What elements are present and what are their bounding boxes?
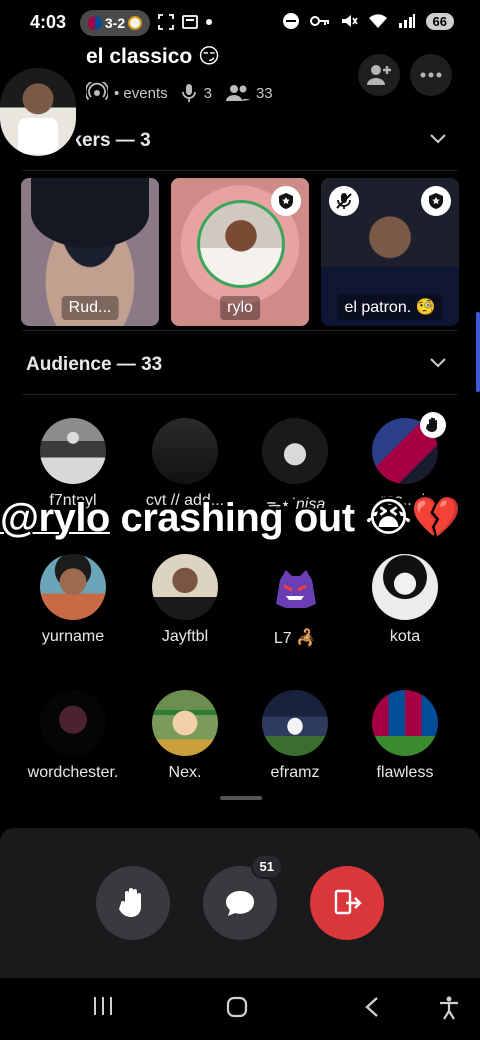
speaker-avatar	[197, 200, 285, 288]
barcelona-crest-icon	[87, 16, 102, 30]
speaker-count: 3	[203, 84, 212, 102]
audience-member[interactable]: kota	[350, 554, 460, 646]
member-name: Jayftbl	[161, 628, 209, 645]
speakers-collapse-chevron-icon[interactable]	[430, 134, 446, 144]
wifi-icon	[368, 14, 387, 28]
divider	[22, 394, 458, 395]
members-icon	[225, 85, 250, 101]
room-title: el classico 😏	[86, 45, 220, 68]
stage-icon	[86, 82, 108, 101]
speaker-name: Rud...	[61, 296, 119, 320]
dnd-icon	[282, 13, 299, 29]
home-icon[interactable]	[226, 996, 248, 1018]
scrollbar[interactable]	[476, 312, 480, 392]
avatar	[152, 690, 218, 756]
caption-mention: @rylo	[0, 496, 110, 540]
member-name: eframz	[270, 764, 320, 781]
audience-member[interactable]: wordchester.	[18, 690, 128, 782]
mic-muted-icon	[336, 193, 352, 209]
recent-apps-icon[interactable]	[92, 996, 114, 1016]
status-time: 4:03	[30, 12, 67, 32]
avatar	[372, 554, 438, 620]
accessibility-icon[interactable]	[438, 996, 460, 1020]
mute-icon	[341, 15, 358, 27]
avatar	[40, 554, 106, 620]
real-madrid-crest-icon	[128, 16, 143, 30]
member-name: L7 🦂	[273, 630, 317, 647]
caption-text: crashing out 😭💔	[109, 496, 461, 540]
avatar	[152, 554, 218, 620]
gengar-avatar-icon	[276, 570, 316, 608]
back-icon[interactable]	[364, 996, 380, 1018]
moderator-badge	[271, 186, 301, 216]
notification-dot-icon	[206, 19, 212, 25]
speaker-card[interactable]: el patron. 🧐	[321, 178, 459, 326]
speaker-name: rylo	[220, 296, 260, 320]
add-user-icon	[367, 65, 391, 85]
pip-video-thumbnail[interactable]	[0, 68, 76, 156]
avatar	[262, 690, 328, 756]
member-name: yurname	[41, 628, 105, 645]
audience-heading[interactable]: Audience — 33	[26, 354, 162, 376]
live-score: 3-2	[104, 15, 126, 31]
audience-member[interactable]: Nex.	[130, 690, 240, 782]
more-icon	[420, 72, 442, 78]
invite-button[interactable]	[358, 54, 400, 96]
audience-member[interactable]: L7 🦂	[240, 554, 350, 648]
events-label: • events	[114, 84, 168, 102]
drag-handle[interactable]	[220, 796, 262, 800]
leave-button[interactable]	[310, 866, 384, 940]
battery-indicator: 66	[425, 12, 454, 30]
room-meta: • events 3 33	[86, 82, 273, 104]
speaker-card-speaking[interactable]: rylo	[171, 178, 309, 326]
member-name: wordchester.	[27, 764, 119, 781]
speaker-name: el patron. 🧐	[337, 294, 443, 320]
microphone-icon	[181, 84, 196, 102]
speaker-avatar	[31, 178, 149, 248]
shield-icon	[279, 193, 293, 209]
voice-controls-panel: 51	[0, 828, 480, 978]
avatar	[40, 418, 106, 484]
avatar	[40, 690, 106, 756]
shield-icon	[429, 193, 443, 209]
speaker-card[interactable]: Rud...	[21, 178, 159, 326]
audience-member[interactable]: yurname	[18, 554, 128, 646]
muted-badge	[329, 186, 359, 216]
screenshot-icon	[158, 14, 174, 30]
raise-hand-button[interactable]	[96, 866, 170, 940]
member-name: Nex.	[168, 764, 202, 781]
raised-hand-badge	[420, 412, 446, 438]
member-count: 33	[255, 84, 273, 102]
video-caption-overlay: @rylo crashing out 😭💔	[0, 494, 480, 541]
chat-button[interactable]: 51	[203, 854, 283, 940]
chat-bubble-icon	[226, 891, 254, 916]
vpn-key-icon	[309, 16, 329, 26]
avatar	[262, 418, 328, 484]
live-score-pill[interactable]: 3-2	[80, 10, 150, 36]
member-name: flawless	[376, 764, 434, 781]
speakers-heading[interactable]: Speakers — 3	[76, 130, 151, 152]
member-name: kota	[389, 628, 421, 645]
audience-member[interactable]: Jayftbl	[130, 554, 240, 646]
audience-collapse-chevron-icon[interactable]	[430, 358, 446, 368]
unread-badge: 51	[250, 854, 283, 879]
cast-icon	[182, 15, 198, 29]
avatar	[372, 690, 438, 756]
status-bar: 4:03 3-2 66	[0, 0, 480, 46]
divider	[22, 170, 458, 171]
audience-member[interactable]: flawless	[350, 690, 460, 782]
more-options-button[interactable]	[410, 54, 452, 96]
moderator-badge	[421, 186, 451, 216]
audience-member[interactable]: eframz	[240, 690, 350, 782]
raise-hand-icon	[119, 888, 141, 917]
avatar	[152, 418, 218, 484]
system-nav-bar	[0, 978, 480, 1040]
signal-icon	[398, 14, 415, 28]
avatar	[262, 554, 328, 620]
raised-hand-icon	[426, 417, 437, 432]
leave-stage-icon	[334, 889, 362, 915]
divider	[22, 330, 458, 331]
